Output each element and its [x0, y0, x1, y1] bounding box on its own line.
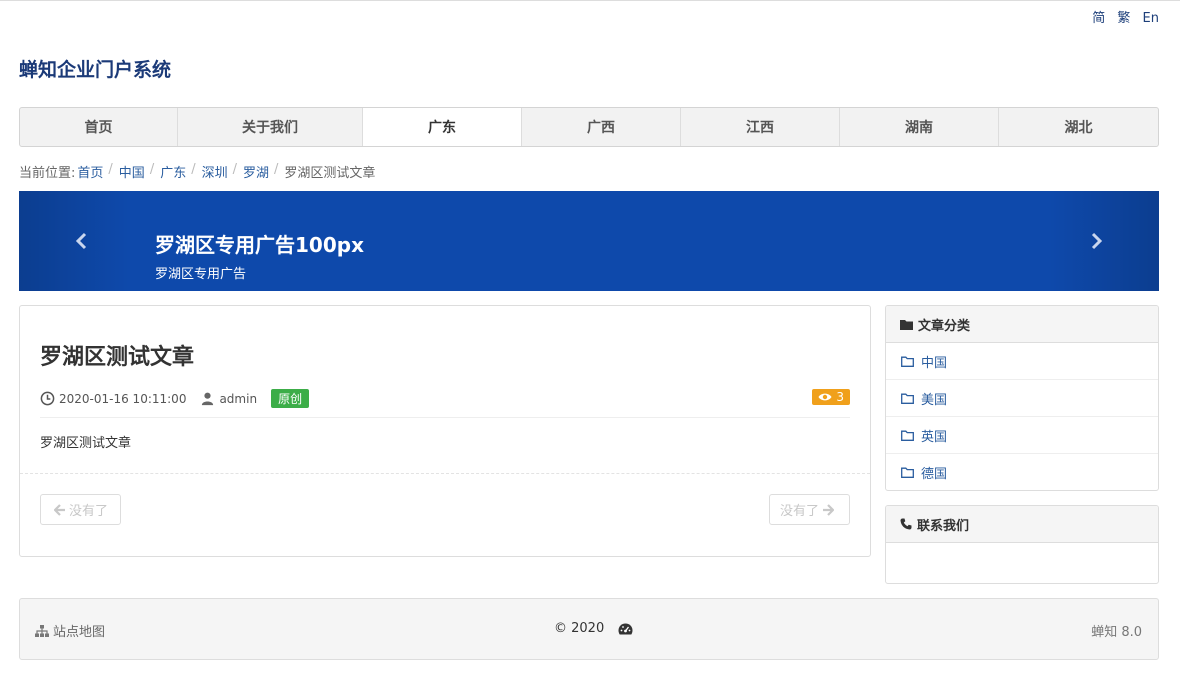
- breadcrumb-prefix: 当前位置:: [19, 166, 76, 181]
- category-label: 美国: [921, 392, 948, 408]
- breadcrumb-link[interactable]: 广东: [160, 162, 186, 181]
- top-rule: [0, 0, 1180, 1]
- nav-item-guangdong[interactable]: 广东: [363, 108, 522, 146]
- contact-panel-header: 联系我们: [886, 506, 1158, 543]
- category-panel-title: 文章分类: [918, 318, 971, 334]
- site-title[interactable]: 蝉知企业门户系统: [19, 55, 171, 82]
- folder-icon: [901, 393, 914, 404]
- dashboard-icon[interactable]: [618, 623, 633, 635]
- nav-item-jiangxi[interactable]: 江西: [681, 108, 840, 146]
- nav-item-home[interactable]: 首页: [20, 108, 178, 146]
- original-badge: 原创: [271, 389, 310, 408]
- clock-icon: [40, 391, 55, 406]
- chevron-left-icon[interactable]: [72, 231, 92, 251]
- category-item[interactable]: 美国: [886, 380, 1158, 417]
- breadcrumb-link[interactable]: 深圳: [202, 162, 228, 181]
- ad-banner[interactable]: 罗湖区专用广告100px 罗湖区专用广告: [19, 191, 1159, 291]
- prev-article-label: 没有了: [69, 504, 109, 519]
- next-article-label: 没有了: [780, 504, 820, 519]
- next-article-button[interactable]: 没有了: [769, 494, 850, 525]
- nav-item-hubei[interactable]: 湖北: [999, 108, 1158, 146]
- arrow-right-icon: [823, 503, 835, 516]
- category-label: 英国: [921, 429, 948, 445]
- copyright: © 2020: [554, 621, 633, 636]
- breadcrumb-link[interactable]: 中国: [119, 162, 145, 181]
- breadcrumb-link[interactable]: 首页: [77, 162, 103, 181]
- folder-icon: [901, 430, 914, 441]
- eye-icon: [818, 393, 832, 401]
- contact-panel-title: 联系我们: [917, 518, 970, 534]
- arrow-left-icon: [54, 503, 65, 516]
- breadcrumb: 当前位置: 首页 / 中国 / 广东 / 深圳 / 罗湖 / 罗湖区测试文章: [19, 162, 375, 181]
- breadcrumb-link[interactable]: 罗湖: [243, 162, 269, 181]
- banner-title: 罗湖区专用广告100px: [155, 233, 364, 257]
- main-nav: 首页 关于我们 广东 广西 江西 湖南 湖北: [19, 107, 1159, 147]
- contact-panel: 联系我们: [885, 505, 1159, 584]
- sitemap-link[interactable]: 站点地图: [35, 621, 105, 640]
- article-meta: 2020-01-16 10:11:00 admin 原创 3: [40, 388, 850, 418]
- nav-item-hunan[interactable]: 湖南: [840, 108, 999, 146]
- breadcrumb-separator: /: [232, 162, 238, 177]
- category-item[interactable]: 德国: [886, 454, 1158, 490]
- article-date-text: 2020-01-16 10:11:00: [59, 391, 187, 406]
- breadcrumb-separator: /: [274, 162, 279, 177]
- article-panel: 罗湖区测试文章 2020-01-16 10:11:00 admin 原创 3 罗…: [19, 305, 871, 557]
- article-author-text: admin: [219, 391, 258, 406]
- article-divider: [20, 473, 870, 474]
- category-item[interactable]: 中国: [886, 343, 1158, 380]
- category-label: 德国: [921, 467, 948, 482]
- views-count: 3: [836, 390, 844, 404]
- article-author: admin: [200, 391, 257, 406]
- category-panel: 文章分类 中国 美国 英国 德国: [885, 305, 1159, 491]
- category-panel-header: 文章分类: [886, 306, 1158, 343]
- category-item[interactable]: 英国: [886, 417, 1158, 454]
- category-list: 中国 美国 英国 德国: [886, 343, 1158, 490]
- phone-icon: [900, 518, 912, 530]
- breadcrumb-current: 罗湖区测试文章: [284, 166, 376, 181]
- category-label: 中国: [921, 355, 948, 371]
- nav-item-guangxi[interactable]: 广西: [522, 108, 681, 146]
- folder-icon: [901, 356, 914, 367]
- breadcrumb-separator: /: [149, 162, 155, 177]
- breadcrumb-separator: /: [108, 162, 113, 177]
- article-body: 罗湖区测试文章: [40, 436, 132, 451]
- prev-article-button[interactable]: 没有了: [40, 494, 121, 525]
- lang-traditional-link[interactable]: 繁: [1117, 11, 1130, 26]
- user-icon: [202, 392, 214, 406]
- copyright-text: © 2020: [554, 621, 605, 636]
- sitemap-label: 站点地图: [53, 625, 106, 640]
- lang-simplified-link[interactable]: 简: [1092, 11, 1105, 26]
- footer: 站点地图 © 2020 蝉知 8.0: [19, 598, 1159, 660]
- lang-english-link[interactable]: En: [1143, 11, 1159, 26]
- article-title: 罗湖区测试文章: [40, 345, 195, 370]
- chevron-right-icon[interactable]: [1086, 231, 1106, 251]
- sitemap-icon: [35, 624, 49, 637]
- views-badge: 3: [812, 389, 850, 405]
- folder-icon: [901, 467, 914, 478]
- breadcrumb-separator: /: [191, 162, 196, 177]
- article-date: 2020-01-16 10:11:00: [40, 391, 186, 406]
- banner-subtitle: 罗湖区专用广告: [155, 267, 247, 282]
- language-switcher: 简 繁 En: [1084, 7, 1159, 26]
- version-link[interactable]: 蝉知 8.0: [1091, 621, 1142, 640]
- folder-solid-icon: [900, 319, 913, 330]
- nav-item-about[interactable]: 关于我们: [178, 108, 363, 146]
